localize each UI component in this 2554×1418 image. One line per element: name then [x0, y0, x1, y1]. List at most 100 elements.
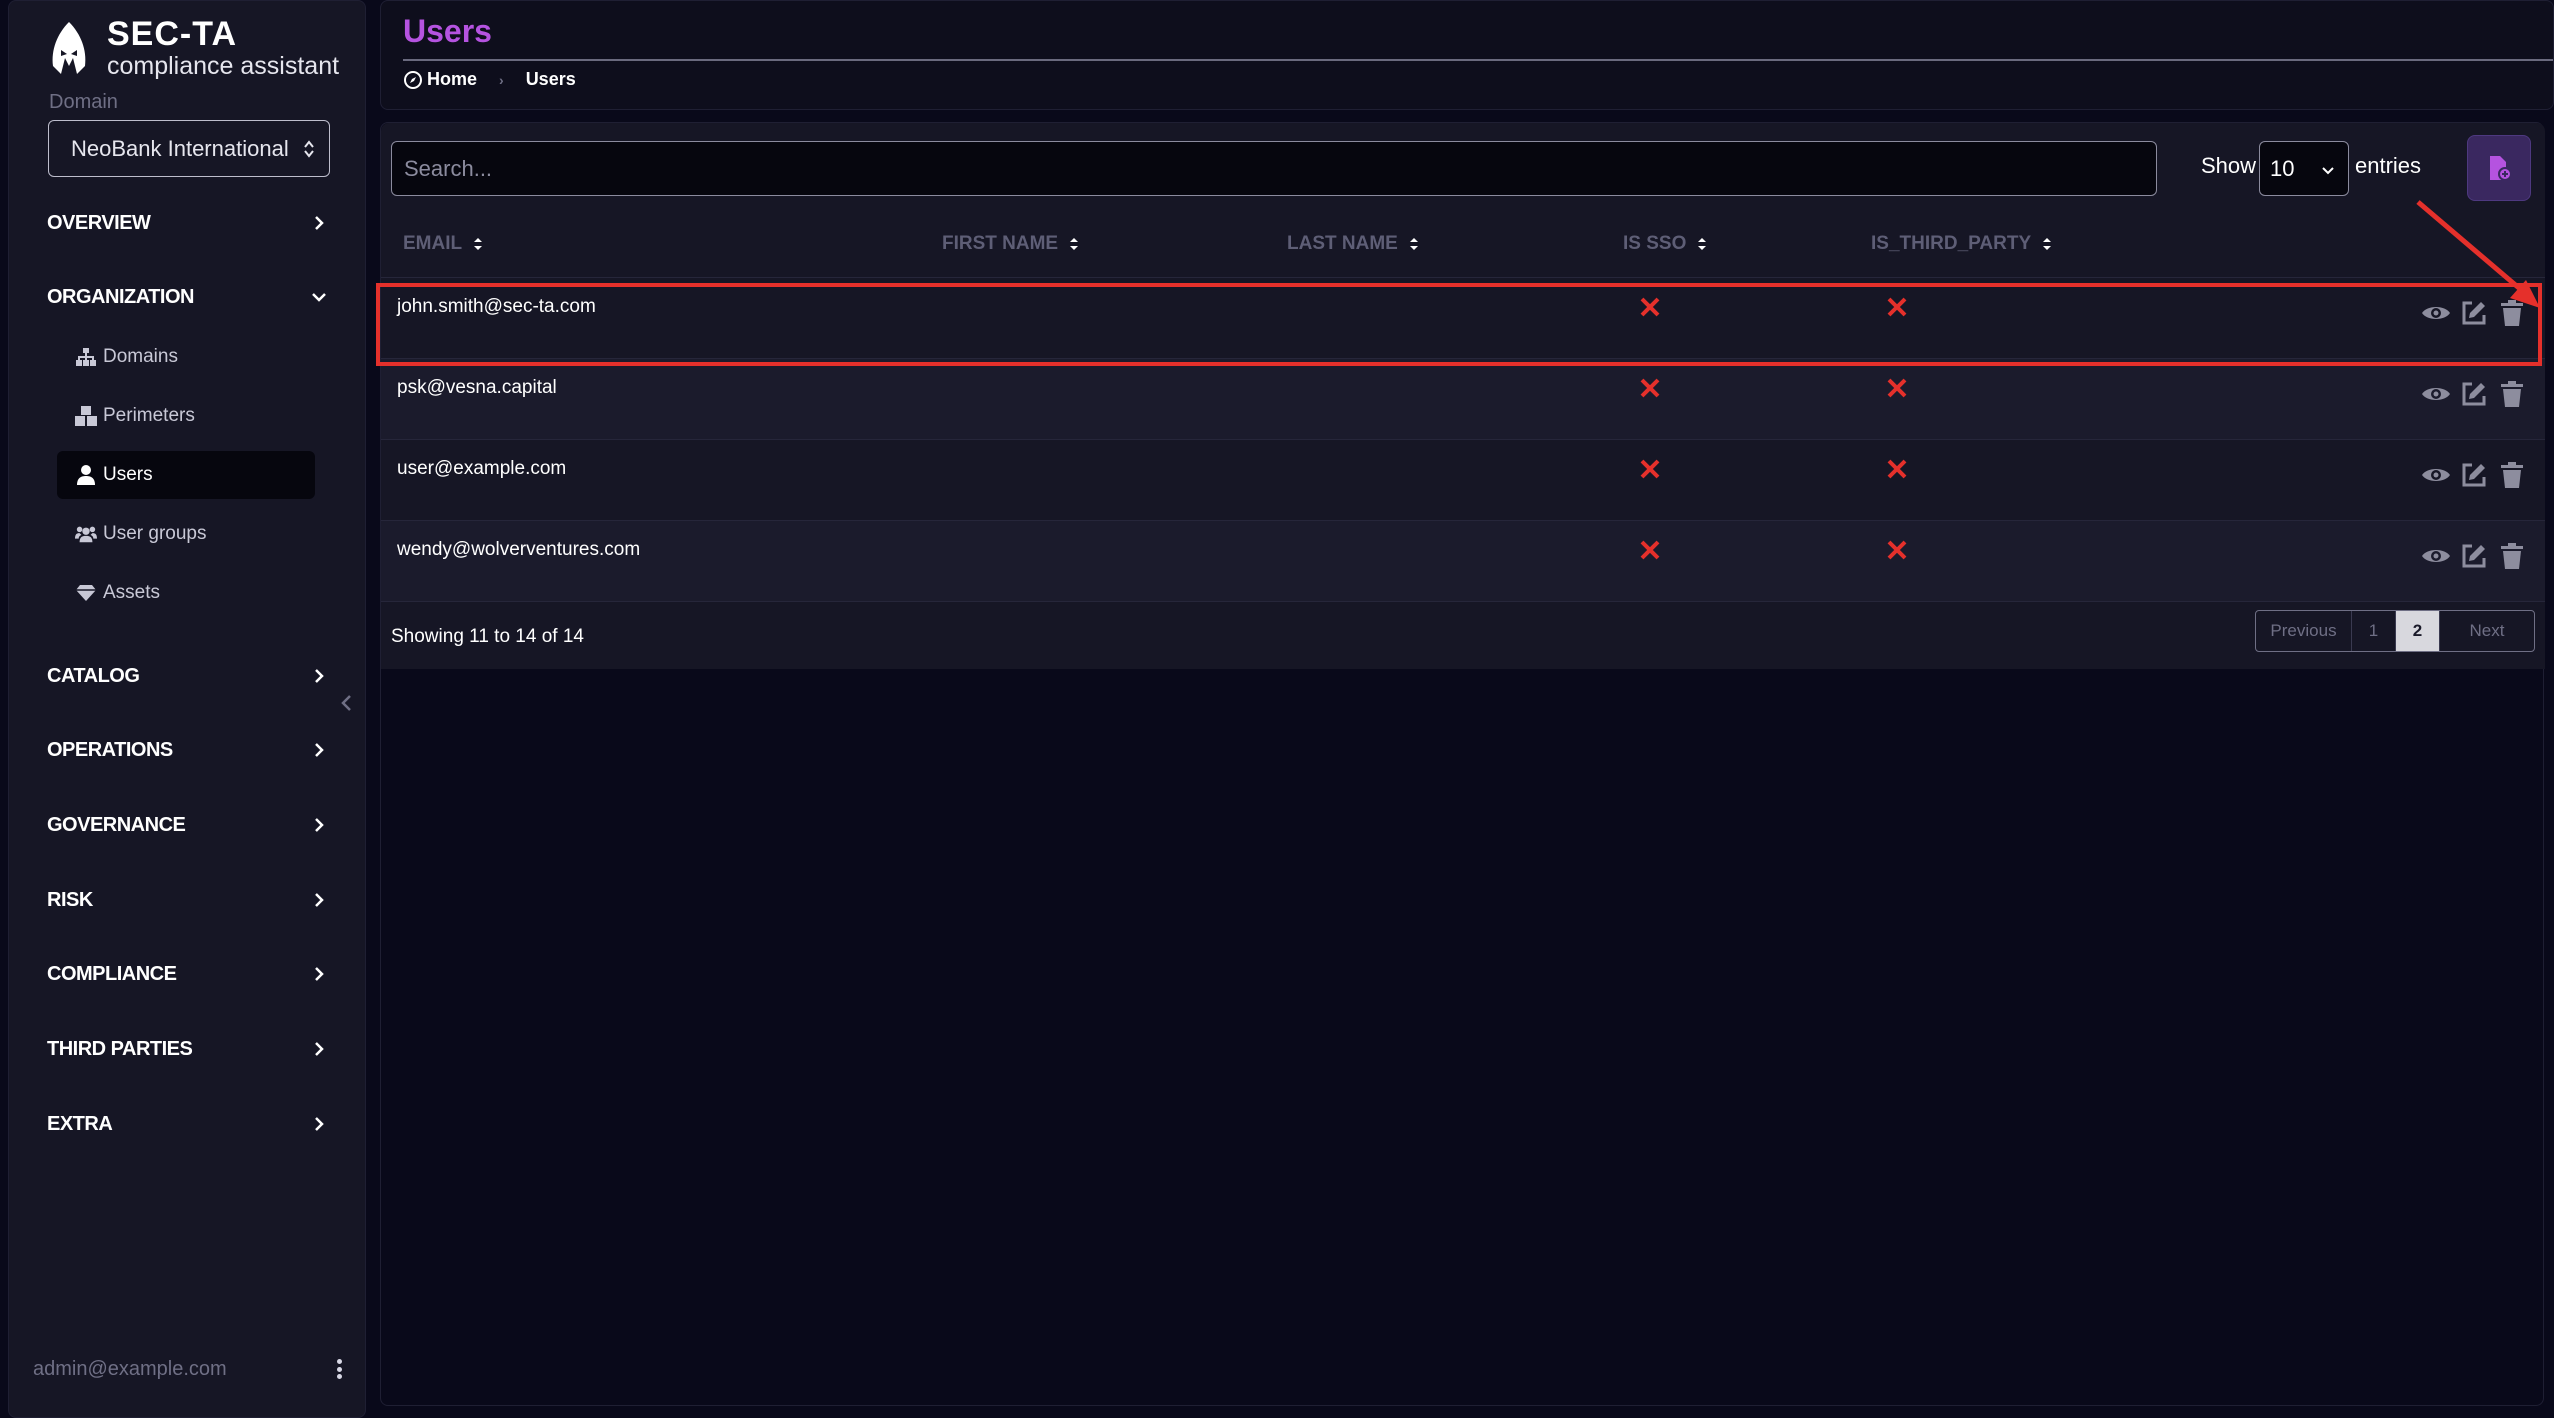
edit-icon[interactable] [2459, 379, 2489, 409]
x-mark-icon [1640, 297, 1660, 317]
row-actions [2421, 298, 2527, 328]
view-eye-icon[interactable] [2421, 298, 2451, 328]
sidebar-item-label: Perimeters [103, 405, 195, 426]
nav-extra[interactable]: EXTRA [47, 1104, 327, 1144]
brand-subtitle: compliance assistant [107, 52, 340, 80]
sort-icon [1698, 238, 1707, 250]
nav-overview[interactable]: OVERVIEW [47, 203, 327, 243]
sort-icon [2043, 238, 2052, 250]
x-mark-icon [1887, 297, 1907, 317]
domain-select[interactable]: NeoBank International [48, 120, 330, 177]
users-table-card: Show 10 entries EMAIL FIRST NAME LAST NA… [380, 122, 2545, 1406]
x-mark-icon [1640, 459, 1660, 479]
entries-label: entries [2355, 153, 2422, 178]
row-actions [2421, 541, 2527, 571]
cell-email: john.smith@sec-ta.com [397, 296, 596, 317]
kebab-menu-icon[interactable] [329, 1357, 349, 1381]
nav-risk-label: RISK [47, 888, 93, 911]
breadcrumb-home[interactable]: Home [427, 69, 477, 90]
sidebar-item-users[interactable]: Users [57, 451, 315, 499]
nav-operations[interactable]: OPERATIONS [47, 730, 327, 770]
user-icon [75, 464, 97, 486]
updown-chevron-icon [304, 140, 314, 158]
chevron-right-icon [315, 967, 324, 981]
table-row[interactable]: wendy@wolverventures.com [381, 520, 2545, 601]
x-mark-icon [1887, 459, 1907, 479]
chevron-down-icon [2322, 167, 2334, 175]
nav-compliance[interactable]: COMPLIANCE [47, 954, 327, 994]
cubes-icon [75, 405, 97, 427]
sort-icon [474, 238, 483, 250]
column-header-is-sso[interactable]: IS SSO [1623, 233, 1708, 255]
x-mark-icon [1640, 540, 1660, 560]
delete-trash-icon[interactable] [2497, 541, 2527, 571]
x-mark-icon [1640, 378, 1660, 398]
page-2-button[interactable]: 2 [2396, 611, 2440, 651]
nav-organization-label: ORGANIZATION [47, 285, 194, 308]
show-label: Show [2201, 153, 2257, 178]
page-1-button[interactable]: 1 [2352, 611, 2396, 651]
users-icon [75, 523, 97, 545]
showing-entries-info: Showing 11 to 14 of 14 [391, 626, 584, 647]
previous-page-button[interactable]: Previous [2256, 611, 2352, 651]
breadcrumb-current: Users [525, 69, 576, 89]
sort-icon [1409, 238, 1418, 250]
edit-icon[interactable] [2459, 541, 2489, 571]
chevron-right-icon [315, 1042, 324, 1056]
header-divider [403, 59, 2553, 61]
sidebar-item-perimeters[interactable]: Perimeters [57, 392, 315, 440]
brand[interactable]: SEC-TA compliance assistant [39, 15, 339, 81]
delete-trash-icon[interactable] [2497, 460, 2527, 490]
view-eye-icon[interactable] [2421, 541, 2451, 571]
delete-trash-icon[interactable] [2497, 379, 2527, 409]
sort-icon [1070, 238, 1079, 250]
view-eye-icon[interactable] [2421, 379, 2451, 409]
cell-email: user@example.com [397, 458, 567, 479]
chevron-right-icon [315, 818, 324, 832]
nav-governance[interactable]: GOVERNANCE [47, 805, 327, 845]
row-actions [2421, 460, 2527, 490]
cell-email: psk@vesna.capital [397, 377, 557, 398]
add-user-button[interactable] [2467, 135, 2531, 201]
nav-third-parties[interactable]: THIRD PARTIES [47, 1029, 327, 1069]
delete-trash-icon[interactable] [2497, 298, 2527, 328]
sitemap-icon [75, 346, 97, 368]
chevron-right-icon [315, 743, 324, 757]
sidebar-item-label: User groups [103, 523, 207, 544]
column-header-first-name[interactable]: FIRST NAME [942, 233, 1080, 255]
table-row[interactable]: user@example.com [381, 439, 2545, 520]
edit-icon[interactable] [2459, 298, 2489, 328]
nav-third-parties-label: THIRD PARTIES [47, 1037, 193, 1060]
collapse-sidebar-icon[interactable] [337, 691, 357, 715]
nav-organization[interactable]: ORGANIZATION [47, 277, 327, 317]
table-panel: Show 10 entries EMAIL FIRST NAME LAST NA… [381, 123, 2545, 669]
nav-overview-label: OVERVIEW [47, 211, 151, 234]
nav-risk[interactable]: RISK [47, 880, 327, 920]
edit-icon[interactable] [2459, 460, 2489, 490]
column-header-last-name[interactable]: LAST NAME [1287, 233, 1420, 255]
sidebar-item-domains[interactable]: Domains [57, 333, 315, 381]
page-title: Users [403, 13, 492, 49]
gem-icon [75, 582, 97, 604]
nav-catalog[interactable]: CATALOG [47, 656, 327, 696]
view-eye-icon[interactable] [2421, 460, 2451, 490]
nav-extra-label: EXTRA [47, 1112, 113, 1135]
compass-icon [404, 70, 422, 89]
nav-compliance-label: COMPLIANCE [47, 962, 177, 985]
pagination: Previous 1 2 Next [2255, 610, 2535, 652]
sidebar-item-user-groups[interactable]: User groups [57, 510, 315, 558]
sidebar-item-label: Users [103, 464, 153, 485]
table-row[interactable]: john.smith@sec-ta.com [381, 277, 2545, 358]
column-header-email[interactable]: EMAIL [403, 233, 484, 255]
sidebar-item-assets[interactable]: Assets [57, 569, 315, 617]
x-mark-icon [1887, 378, 1907, 398]
column-header-is-third-party[interactable]: IS_THIRD_PARTY [1871, 233, 2053, 255]
search-input[interactable] [391, 141, 2157, 196]
file-add-icon [2490, 156, 2512, 181]
chevron-right-icon [315, 893, 324, 907]
sidebar-item-label: Assets [103, 582, 161, 603]
table-row[interactable]: psk@vesna.capital [381, 358, 2545, 439]
entries-per-page-select[interactable]: 10 [2259, 141, 2349, 196]
next-page-button[interactable]: Next [2440, 611, 2534, 651]
chevron-right-icon [315, 669, 324, 683]
